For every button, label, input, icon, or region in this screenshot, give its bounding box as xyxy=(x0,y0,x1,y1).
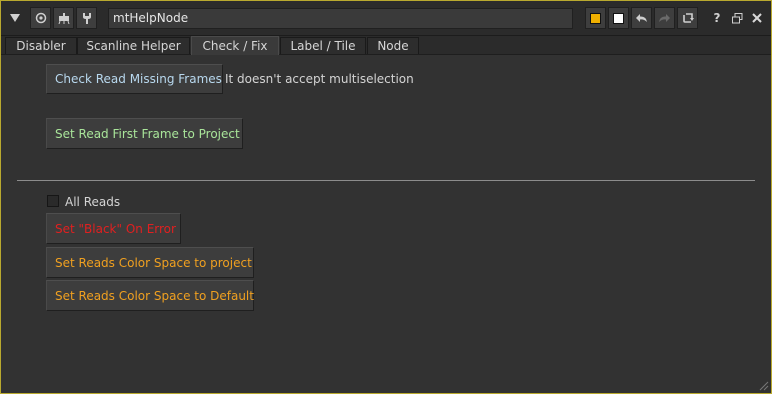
set-read-first-frame-button[interactable]: Set Read First Frame to Project xyxy=(46,118,243,149)
center-node-icon[interactable] xyxy=(30,7,51,29)
node-color-swatch xyxy=(590,12,601,24)
tab-content-check-fix: Check Read Missing Frames It doesn't acc… xyxy=(1,55,771,393)
close-icon[interactable] xyxy=(749,7,765,29)
tab-node[interactable]: Node xyxy=(367,37,419,54)
tab-scanline-helper[interactable]: Scanline Helper xyxy=(77,37,190,54)
tab-bar: Disabler Scanline Helper Check / Fix Lab… xyxy=(1,36,771,55)
redo-icon[interactable] xyxy=(654,7,675,29)
gl-color-swatch xyxy=(613,12,624,24)
tab-disabler[interactable]: Disabler xyxy=(5,37,77,54)
node-color-button[interactable] xyxy=(585,7,606,29)
properties-panel: mtHelpNode ? Disabler Scanline Helper Ch… xyxy=(0,0,772,394)
section-divider xyxy=(17,180,755,181)
set-reads-colorspace-project-button[interactable]: Set Reads Color Space to project xyxy=(46,247,254,278)
set-black-on-error-button[interactable]: Set "Black" On Error xyxy=(46,213,181,244)
collapse-triangle-icon[interactable] xyxy=(5,7,25,29)
all-reads-label: All Reads xyxy=(65,195,121,209)
float-window-icon[interactable] xyxy=(729,7,745,29)
gl-color-button[interactable] xyxy=(608,7,629,29)
undo-icon[interactable] xyxy=(631,7,652,29)
centipede-icon[interactable] xyxy=(53,7,74,29)
check-read-missing-frames-button[interactable]: Check Read Missing Frames xyxy=(46,64,223,94)
set-reads-colorspace-default-button[interactable]: Set Reads Color Space to Default xyxy=(46,280,254,311)
wrench-icon[interactable] xyxy=(76,7,97,29)
all-reads-checkbox[interactable] xyxy=(47,195,59,207)
help-icon[interactable]: ? xyxy=(709,7,725,29)
tab-check-fix[interactable]: Check / Fix xyxy=(191,36,279,55)
panel-title-bar: mtHelpNode ? xyxy=(1,1,771,36)
node-name-field[interactable]: mtHelpNode xyxy=(108,8,573,29)
resize-grip-icon[interactable] xyxy=(757,379,769,391)
multiselection-note: It doesn't accept multiselection xyxy=(225,72,414,86)
tab-label-tile[interactable]: Label / Tile xyxy=(280,37,366,54)
revert-icon[interactable] xyxy=(677,7,698,29)
